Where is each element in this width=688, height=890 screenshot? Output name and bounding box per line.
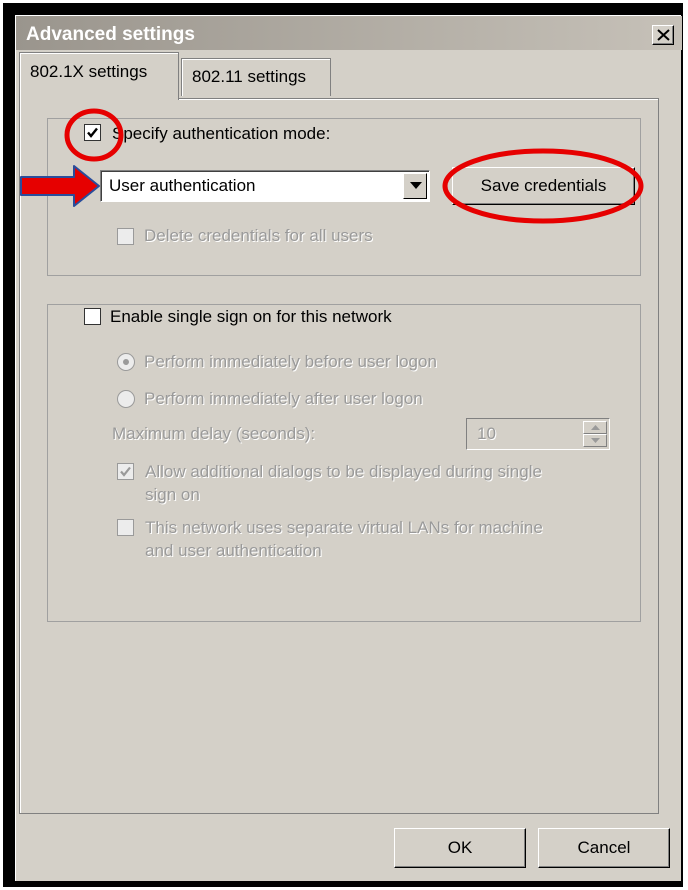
enable-sso-label: Enable single sign on for this network [108, 307, 398, 327]
chevron-up-icon [591, 425, 600, 430]
enable-sso-checkbox[interactable] [84, 308, 101, 325]
allow-additional-dialogs-checkbox[interactable] [117, 463, 134, 480]
tab-80211-settings[interactable]: 802.11 settings [181, 58, 331, 96]
checkmark-icon [120, 466, 131, 477]
spinner-up-button[interactable] [583, 421, 607, 434]
delete-credentials-label: Delete credentials for all users [144, 226, 373, 245]
tab-label: 802.11 settings [192, 67, 307, 86]
cancel-button[interactable]: Cancel [538, 828, 670, 868]
maximum-delay-label: Maximum delay (seconds): [112, 424, 316, 443]
allow-additional-dialogs-label-line2: sign on [145, 485, 200, 504]
auth-mode-select-value: User authentication [109, 176, 256, 195]
specify-auth-mode-label: Specify authentication mode: [110, 124, 337, 144]
save-credentials-button[interactable]: Save credentials [452, 167, 635, 205]
separate-vlans-label-line2: and user authentication [145, 541, 322, 560]
perform-after-logon-radio[interactable] [117, 390, 135, 408]
auth-mode-select[interactable]: User authentication [100, 170, 430, 202]
maximum-delay-spinner[interactable]: 10 [466, 418, 610, 450]
specify-auth-mode-checkbox[interactable] [84, 124, 101, 141]
tab-label: 802.1X settings [30, 62, 148, 81]
chevron-down-icon [591, 438, 600, 443]
separate-vlans-checkbox[interactable] [117, 519, 134, 536]
allow-additional-dialogs-label-line1: Allow additional dialogs to be displayed… [145, 462, 542, 481]
chevron-down-icon [410, 182, 422, 189]
ok-button[interactable]: OK [394, 828, 526, 868]
delete-credentials-checkbox[interactable] [117, 228, 134, 245]
spinner-down-button[interactable] [583, 434, 607, 447]
dropdown-button[interactable] [403, 173, 427, 199]
maximum-delay-value: 10 [477, 424, 496, 443]
perform-before-logon-label: Perform immediately before user logon [144, 352, 437, 371]
checkmark-icon [87, 127, 98, 138]
separate-vlans-label-line1: This network uses separate virtual LANs … [145, 518, 543, 537]
tab-8021x-settings[interactable]: 802.1X settings [19, 52, 179, 100]
perform-before-logon-radio[interactable] [117, 353, 135, 371]
radio-dot [123, 359, 129, 365]
perform-after-logon-label: Perform immediately after user logon [144, 389, 423, 408]
